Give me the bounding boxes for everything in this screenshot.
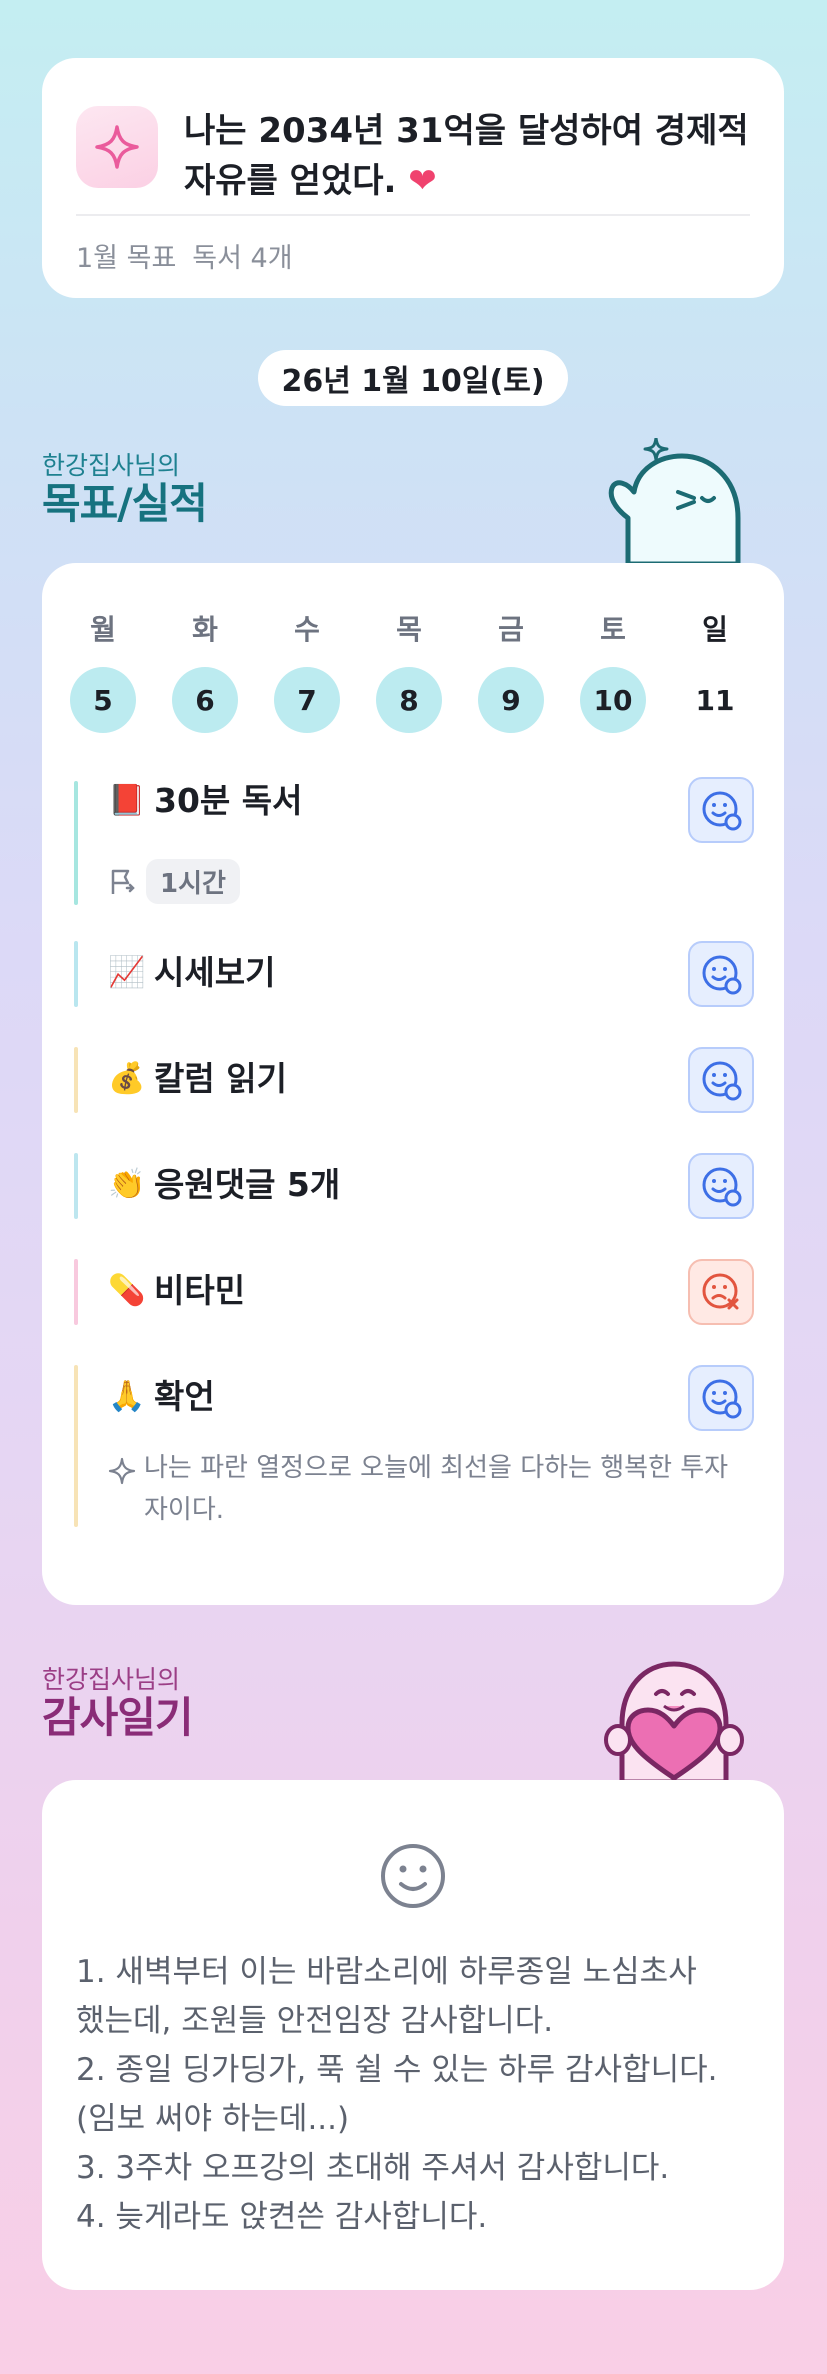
- clapping-hands-icon: 👏: [108, 1167, 146, 1202]
- smile-check-icon: [702, 1061, 742, 1101]
- day-name: 일: [702, 613, 728, 646]
- day-number: 10: [580, 667, 646, 733]
- gratitude-line: 했는데, 조원들 안전임장 감사합니다.: [76, 2003, 554, 2039]
- task-label: 칼럼 읽기: [154, 1059, 287, 1098]
- sad-x-icon: [702, 1273, 739, 1310]
- day-mon[interactable]: 월 5: [70, 613, 136, 733]
- status-done-button[interactable]: [688, 777, 754, 843]
- monthly-goal-value: 독서 4개: [192, 243, 293, 274]
- smile-check-icon: [702, 791, 742, 831]
- performance-title: 목표/실적: [42, 479, 208, 528]
- smile-check-icon: [702, 1379, 742, 1419]
- status-failed-button[interactable]: [688, 1259, 754, 1325]
- task-item[interactable]: 💊 비타민: [74, 1259, 754, 1325]
- mascot-ghost-illustration: [598, 436, 748, 568]
- day-sat[interactable]: 토 10: [580, 613, 646, 733]
- affirmation-note: 나는 파란 열정으로 오늘에 최선을 다하는 행복한 투자자이다.: [108, 1447, 748, 1531]
- gratitude-line: 3. 3주차 오프강의 초대해 주셔서 감사합니다.: [76, 2150, 670, 2186]
- gratitude-line: 2. 종일 딩가딩가, 푹 쉴 수 있는 하루 감사합니다.: [76, 2052, 718, 2088]
- gratitude-text: 1. 새벽부터 이는 바람소리에 하루종일 노심초사 했는데, 조원들 안전임장…: [76, 1948, 766, 2242]
- chart-increasing-icon: 📈: [108, 955, 146, 990]
- gratitude-card[interactable]: 1. 새벽부터 이는 바람소리에 하루종일 노심초사 했는데, 조원들 안전임장…: [42, 1780, 784, 2290]
- flag-icon: [111, 869, 135, 894]
- day-number: 11: [695, 683, 735, 717]
- task-item[interactable]: 📕 30분 독서 1시간: [74, 777, 754, 905]
- gratitude-header: 한강집사님의 감사일기: [42, 1660, 194, 1742]
- status-done-button[interactable]: [688, 1365, 754, 1431]
- smile-check-icon: [702, 1167, 742, 1207]
- status-done-button[interactable]: [688, 941, 754, 1007]
- gratitude-line: 1. 새벽부터 이는 바람소리에 하루종일 노심초사: [76, 1954, 697, 1990]
- gratitude-title: 감사일기: [42, 1693, 194, 1742]
- task-item[interactable]: 📈 시세보기: [74, 941, 754, 1007]
- task-color-bar: [74, 1047, 78, 1113]
- sparkle-icon: [76, 106, 158, 188]
- task-label: 응원댓글 5개: [154, 1165, 341, 1204]
- task-color-bar: [74, 1365, 78, 1527]
- gratitude-line: (임보 써야 하는데...): [76, 2101, 350, 2137]
- task-label: 확언: [154, 1377, 215, 1416]
- day-name: 월: [90, 613, 116, 646]
- performance-owner: 한강집사님의: [42, 451, 181, 480]
- day-name: 화: [192, 613, 218, 646]
- task-color-bar: [74, 941, 78, 1007]
- performance-header: 한강집사님의 목표/실적: [42, 446, 208, 528]
- task-item[interactable]: 👏 응원댓글 5개: [74, 1153, 754, 1219]
- task-color-bar: [74, 781, 78, 905]
- task-item[interactable]: 💰 칼럼 읽기: [74, 1047, 754, 1113]
- day-name: 토: [600, 613, 626, 646]
- pill-icon: 💊: [108, 1273, 146, 1308]
- task-color-bar: [74, 1153, 78, 1219]
- smile-check-icon: [702, 955, 742, 995]
- task-label: 시세보기: [154, 953, 276, 992]
- performance-card: 월 5 화 6 수 7 목 8 금 9 토 10 일 11 📕 30분 독서 1…: [42, 563, 784, 1605]
- smiley-icon: [373, 1836, 453, 1920]
- mascot-heart-illustration: [594, 1654, 754, 1786]
- divider: [76, 214, 750, 216]
- day-name: 목: [396, 613, 422, 646]
- day-tue[interactable]: 화 6: [172, 613, 238, 733]
- day-wed[interactable]: 수 7: [274, 613, 340, 733]
- day-number: 5: [70, 667, 136, 733]
- task-color-bar: [74, 1259, 78, 1325]
- day-name: 수: [294, 613, 320, 646]
- date-selector[interactable]: 26년 1월 10일(토): [258, 350, 568, 406]
- day-number: 6: [172, 667, 238, 733]
- day-number: 9: [478, 667, 544, 733]
- task-duration: 1시간: [108, 859, 240, 904]
- day-sun[interactable]: 일 11: [682, 613, 748, 733]
- day-name: 금: [498, 613, 524, 646]
- folded-hands-icon: 🙏: [108, 1379, 146, 1414]
- day-number: 8: [376, 667, 442, 733]
- sparkle-outline-icon: [108, 1457, 136, 1485]
- duration-chip: 1시간: [146, 859, 240, 904]
- monthly-goal-label: 1월 목표: [76, 243, 177, 274]
- gratitude-owner: 한강집사님의: [42, 1665, 181, 1694]
- gratitude-line: 4. 늦게라도 앉켠쓴 감사합니다.: [76, 2199, 488, 2235]
- goal-statement: 나는 2034년 31억을 달성하여 경제적 자유를 얻었다. ❤: [184, 111, 749, 201]
- status-done-button[interactable]: [688, 1153, 754, 1219]
- day-thu[interactable]: 목 8: [376, 613, 442, 733]
- task-label: 비타민: [154, 1271, 246, 1310]
- goal-card[interactable]: 나는 2034년 31억을 달성하여 경제적 자유를 얻었다. ❤ 1월 목표 독…: [42, 58, 784, 298]
- day-number: 7: [274, 667, 340, 733]
- task-label: 30분 독서: [154, 781, 303, 820]
- monthly-goal: 1월 목표 독서 4개: [76, 236, 309, 275]
- day-fri[interactable]: 금 9: [478, 613, 544, 733]
- task-item[interactable]: 🙏 확언 나는 파란 열정으로 오늘에 최선을 다하는 행복한 투자자이다.: [74, 1365, 754, 1527]
- book-icon: 📕: [108, 783, 146, 818]
- status-done-button[interactable]: [688, 1047, 754, 1113]
- money-bag-icon: 💰: [108, 1061, 146, 1096]
- heart-icon: ❤: [408, 161, 437, 201]
- affirmation-text: 나는 파란 열정으로 오늘에 최선을 다하는 행복한 투자자이다.: [144, 1453, 729, 1525]
